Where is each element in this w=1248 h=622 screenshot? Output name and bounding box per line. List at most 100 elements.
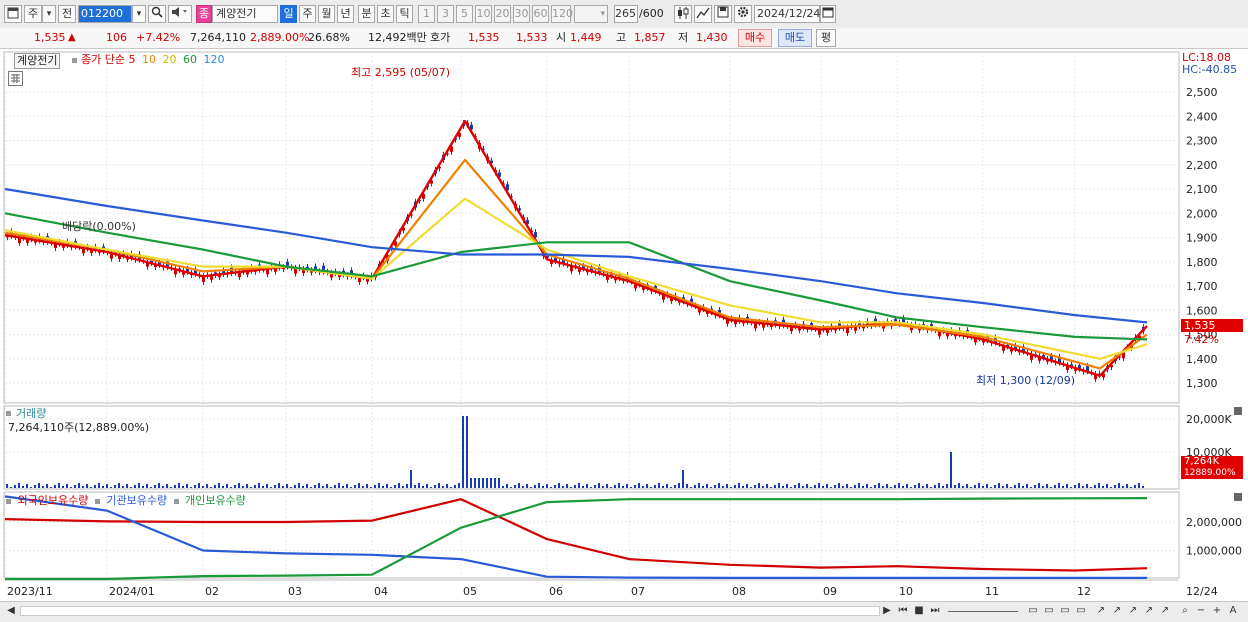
volume-bar (846, 484, 848, 488)
calendar-icon[interactable] (820, 5, 836, 23)
volume-bar (658, 483, 660, 488)
volume-bar (98, 483, 100, 488)
tool-icon[interactable]: ↗ (1158, 604, 1172, 618)
market-dropdown-icon[interactable]: ▾ (42, 5, 56, 23)
time-tick-label: 12 (1077, 585, 1091, 598)
volume-bar (1066, 484, 1068, 488)
legend-marker-icon (72, 58, 77, 63)
volume-panel-close-icon[interactable] (1234, 407, 1242, 415)
minute-option-10[interactable]: 10 (475, 5, 492, 23)
table-view-icon[interactable] (8, 71, 23, 86)
open-label: 시 (556, 31, 567, 44)
stop-icon[interactable]: ■ (912, 604, 926, 618)
minute-option-60[interactable]: 60 (532, 5, 549, 23)
volume-bar (930, 487, 932, 488)
layout-icon[interactable]: ▭ (1074, 604, 1088, 618)
volume-bar (346, 484, 348, 488)
scroll-track[interactable] (20, 606, 880, 616)
legend-foreign[interactable]: 외국인보유수량 (18, 494, 89, 507)
market-select[interactable]: 주 (24, 5, 42, 23)
tool-icon[interactable]: ↗ (1126, 604, 1140, 618)
layout-icon[interactable]: ▭ (1026, 604, 1040, 618)
volume-bar (622, 486, 624, 488)
legend-individual[interactable]: 개인보유수량 (185, 494, 246, 507)
volume-bar (674, 485, 676, 488)
code-dropdown-icon[interactable]: ▾ (132, 5, 146, 23)
layout-icon[interactable]: ▭ (1058, 604, 1072, 618)
volume-bar (966, 484, 968, 488)
buy-button[interactable]: 매수 (738, 29, 772, 47)
code-input[interactable]: 012200 (78, 5, 132, 23)
scroll-right-icon[interactable]: ▶ (880, 604, 894, 618)
price-tick-label: 2,500 (1186, 86, 1218, 99)
time-tick-label: 04 (374, 585, 388, 598)
layout-icon[interactable]: ▭ (1042, 604, 1056, 618)
count-input[interactable]: 265 (614, 5, 638, 23)
tool-icon[interactable]: ↗ (1094, 604, 1108, 618)
trade-amount: 12,492백만 (368, 31, 427, 44)
draw-tool-icon[interactable] (694, 5, 712, 23)
volume-bar (514, 485, 516, 488)
price-tick-label: 1,600 (1186, 304, 1218, 317)
period-year-button[interactable]: 년 (337, 5, 354, 23)
chart-canvas[interactable]: 2,500 2,400 2,300 2,200 2,100 2,000 1,900 1,800… (0, 49, 1248, 601)
volume-tag: 7,264K (1181, 456, 1243, 468)
rewind-icon[interactable]: ⏮ (896, 604, 910, 618)
font-size-icon[interactable]: A (1226, 604, 1240, 618)
tick-count-dropdown-icon[interactable]: ▾ (574, 5, 608, 23)
legend-ma120[interactable]: 120 (203, 53, 224, 66)
volume-bar (366, 484, 368, 488)
legend-ma60[interactable]: 60 (183, 53, 197, 66)
legend-institution[interactable]: 기관보유수량 (106, 494, 167, 507)
volume-bar (306, 484, 308, 488)
window-icon[interactable] (4, 5, 22, 23)
period-tick-button[interactable]: 틱 (396, 5, 413, 23)
volume-bar (482, 478, 484, 488)
zoom-in-icon[interactable]: + (1210, 604, 1224, 618)
x-axis-labels: 2023/11 2024/01 02 03 04 05 06 07 08 09 10 11 12 12/2… (7, 585, 1218, 598)
volume-bar (602, 486, 604, 488)
average-button[interactable]: 평 (816, 29, 836, 47)
legend-ma10[interactable]: 10 (142, 53, 156, 66)
period-second-button[interactable]: 초 (377, 5, 394, 23)
period-minute-button[interactable]: 분 (358, 5, 375, 23)
volume-bar (778, 483, 780, 488)
fast-forward-icon[interactable]: ⏭ (928, 604, 942, 618)
hc-value: HC:-40.85 (1182, 63, 1238, 76)
minute-option-30[interactable]: 30 (513, 5, 530, 23)
volume-bar (406, 484, 408, 488)
sell-button[interactable]: 매도 (778, 29, 812, 47)
volume-bar (490, 478, 492, 488)
search-icon[interactable] (148, 5, 166, 23)
candle-type-icon[interactable] (674, 5, 692, 23)
period-week-button[interactable]: 주 (299, 5, 316, 23)
period-day-button[interactable]: 일 (280, 5, 297, 23)
prev-button[interactable]: 전 (58, 5, 76, 23)
date-input[interactable]: 2024/12/24 (754, 5, 820, 23)
gear-icon[interactable] (734, 5, 752, 23)
zoom-out-icon[interactable]: − (1194, 604, 1208, 618)
magnifier-icon[interactable]: ⌕ (1178, 604, 1192, 618)
legend-stock-name[interactable]: 계양전기 (14, 53, 61, 69)
period-month-button[interactable]: 월 (318, 5, 335, 23)
tool-icon[interactable]: ↗ (1142, 604, 1156, 618)
minute-option-1[interactable]: 1 (418, 5, 435, 23)
zoom-slider[interactable] (948, 611, 1018, 612)
minute-option-5[interactable]: 5 (456, 5, 473, 23)
legend-ma5[interactable]: 5 (128, 53, 135, 66)
volume-bar (858, 483, 860, 488)
tool-icon[interactable]: ↗ (1110, 604, 1124, 618)
minute-option-20[interactable]: 20 (494, 5, 511, 23)
scroll-left-icon[interactable]: ◀ (4, 604, 18, 618)
minute-option-120[interactable]: 120 (551, 5, 573, 23)
speaker-icon[interactable] (168, 5, 192, 23)
holdings-panel-close-icon[interactable] (1234, 493, 1242, 501)
save-icon[interactable] (714, 5, 732, 23)
minute-option-3[interactable]: 3 (437, 5, 454, 23)
legend-title: 종가 단순 (81, 53, 125, 66)
legend-ma20[interactable]: 20 (162, 53, 176, 66)
volume-bar (418, 483, 420, 488)
volume-bar (118, 483, 120, 488)
volume-bar (982, 486, 984, 488)
series-line-ma5 (4, 119, 1148, 377)
